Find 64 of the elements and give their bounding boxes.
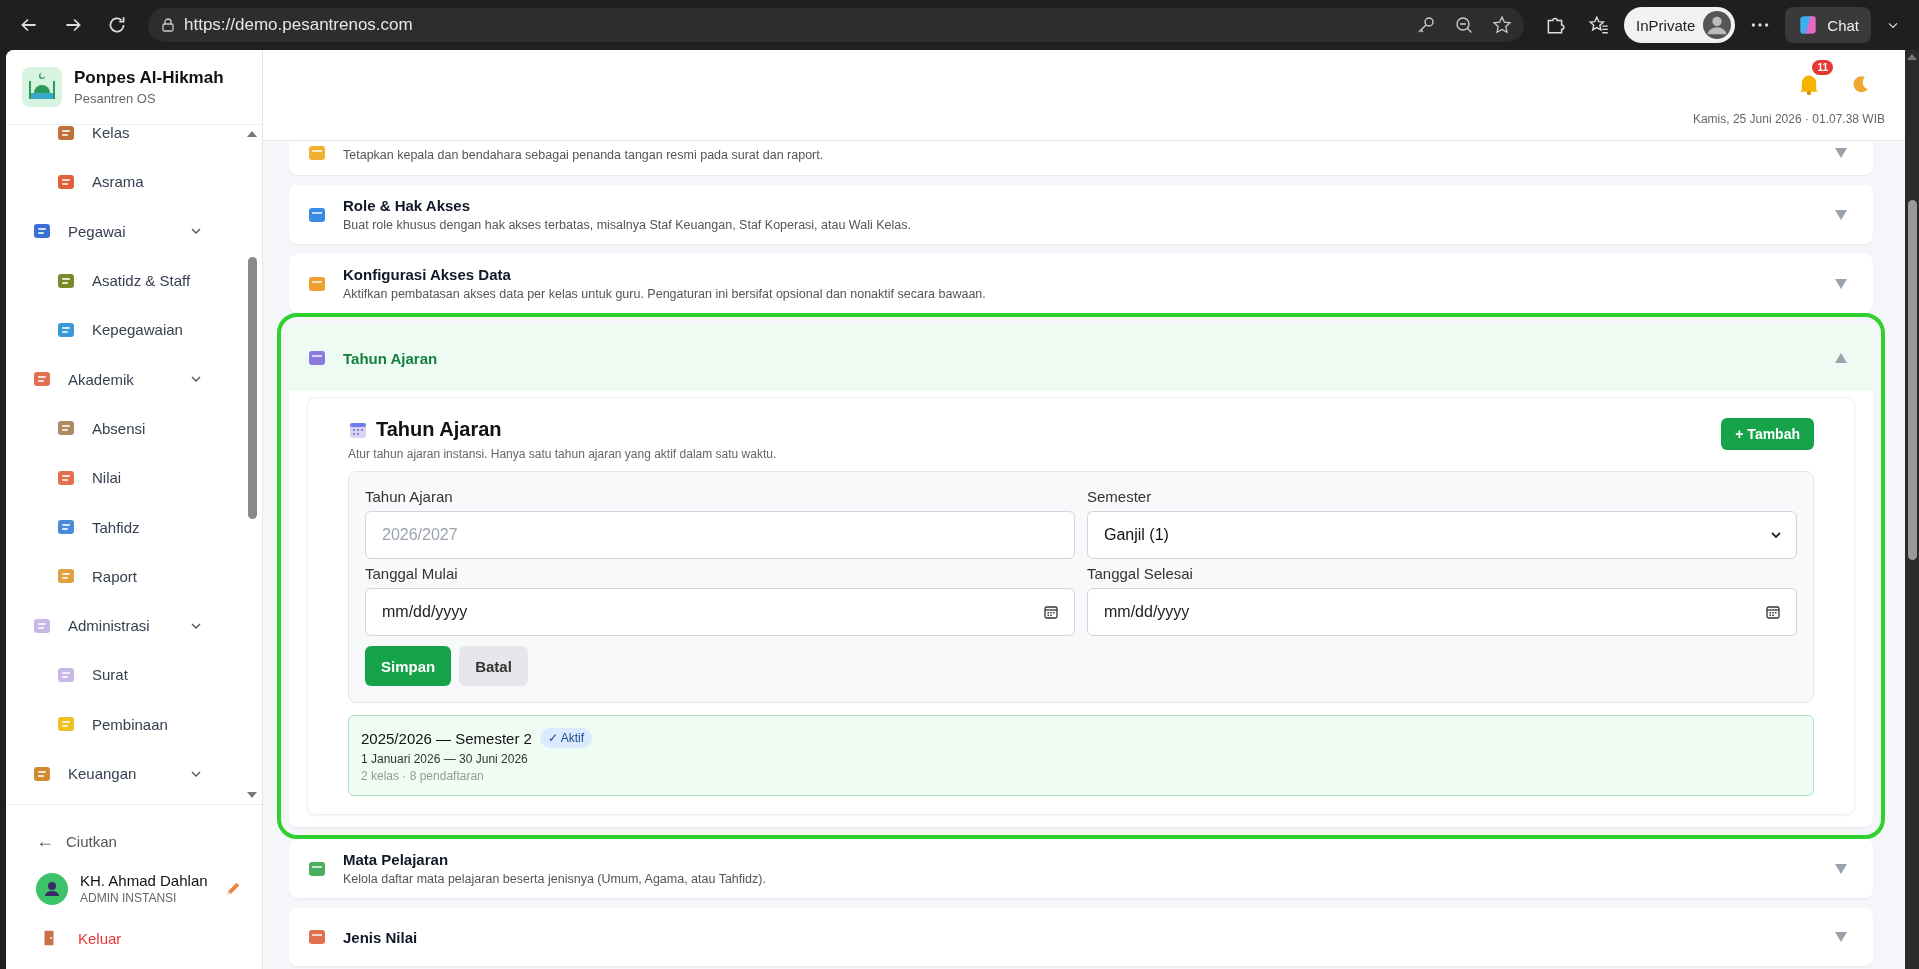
site-info-icon <box>160 17 176 33</box>
app-name: Ponpes Al-Hikmah <box>74 68 224 88</box>
section-title: Konfigurasi Akses Data <box>343 266 512 283</box>
scrollbar[interactable] <box>1905 50 1919 969</box>
year-stats: 2 kelas · 8 pendaftaran <box>361 769 485 783</box>
star-icon[interactable] <box>1492 15 1513 35</box>
nav-item[interactable]: Raport <box>6 551 246 601</box>
year-dates: 1 Januari 2026 — 30 Juni 2026 <box>361 752 529 766</box>
nav-item[interactable]: Kelas <box>6 125 246 158</box>
mosque-logo <box>22 67 62 107</box>
field-label: Tanggal Selesai <box>1087 565 1194 582</box>
nav-item[interactable]: Asrama <box>6 157 246 207</box>
section-title: Tahun Ajaran <box>343 349 439 367</box>
academic-year-card[interactable]: 2025/2026 — Semester 2 ✓ Aktif 1 Januari 2026 — 30 Juni 2026 2 kelas · 8 pendaftaran <box>348 715 1814 796</box>
nav-item[interactable]: Kepegawaian <box>6 305 246 355</box>
section-header[interactable]: Konfigurasi Akses Data Aktifkan pembatasan akses data per kelas untuk guru. Pengaturan ini bersifat opsional dan nonaktif secara bawaan. <box>289 254 1873 313</box>
year-title: 2025/2026 — Semester 2 <box>361 729 532 747</box>
nav-item[interactable]: Nilai <box>6 453 246 503</box>
section-header[interactable]: Jenis Nilai <box>289 908 1873 966</box>
section-description: Tetapkan kepala dan bendahara sebagai penanda tangan resmi pada surat dan raport. <box>343 148 825 162</box>
section-title: Role & Hak Akses <box>343 197 471 214</box>
section-header[interactable]: Tahun Ajaran <box>289 325 1873 391</box>
logout-button[interactable]: Keluar <box>6 917 262 959</box>
avatar-icon <box>1703 11 1732 39</box>
collapse-button[interactable]: ← Ciutkan <box>6 823 262 860</box>
nav-item[interactable]: Asatidz & Staff <box>6 255 246 306</box>
notification-count: 11 <box>1812 60 1833 75</box>
date-field[interactable]: mm/dd/yyyy <box>1087 588 1797 636</box>
section-title: Jenis Nilai <box>343 928 419 946</box>
user-name: KH. Ahmad Dahlan <box>80 872 209 889</box>
nav-item[interactable]: Absensi <box>6 403 246 454</box>
nav-group[interactable]: Pegawai <box>6 206 246 256</box>
chevron-down-icon <box>1770 529 1782 541</box>
nav-group[interactable]: Keuangan <box>6 748 246 799</box>
panel-subtitle: Atur tahun ajaran instansi. Hanya satu tahun ajaran yang aktif dalam satu waktu. <box>348 447 777 461</box>
section-description: Aktifkan pembatasan akses data per kelas untuk guru. Pengaturan ini bersifat opsional dan nonaktif secara bawaan. <box>343 287 987 301</box>
section-description: Buat role khusus dengan hak akses terbatas, misalnya Staf Keuangan, Staf Koperasi, atau Wali Kelas. <box>343 218 912 232</box>
input-field[interactable]: 2026/2027 <box>365 511 1075 559</box>
field-label: Tahun Ajaran <box>365 488 454 505</box>
nav-item[interactable]: Pembinaan <box>6 699 246 749</box>
section-title: Mata Pelajaran <box>343 851 450 868</box>
field-label: Semester <box>1087 488 1153 505</box>
nav-group[interactable]: Akademik <box>6 354 246 404</box>
chat-button[interactable]: Chat <box>1785 7 1871 43</box>
date-field[interactable]: mm/dd/yyyy <box>365 588 1075 636</box>
cancel-button[interactable]: Batal <box>459 646 528 686</box>
section-header[interactable]: Tetapkan kepala dan bendahara sebagai penanda tangan resmi pada surat dan raport. <box>289 141 1873 175</box>
panel-title: Tahun Ajaran <box>376 418 502 441</box>
section-description: Kelola daftar mata pelajaran beserta jenisnya (Umum, Agama, atau Tahfidz). <box>343 872 767 886</box>
section-header[interactable]: Mata Pelajaran Kelola daftar mata pelajaran beserta jenisnya (Umum, Agama, atau Tahfidz). <box>289 839 1873 898</box>
active-badge: ✓ Aktif <box>539 728 592 748</box>
key-icon[interactable] <box>1416 15 1437 35</box>
app-subtitle: Pesantren OS <box>74 91 157 106</box>
address-bar[interactable]: https://demo.pesantrenos.com <box>148 8 1525 42</box>
user-avatar <box>36 872 68 905</box>
user-role: ADMIN INSTANSI <box>80 891 178 905</box>
section-header[interactable]: Role & Hak Akses Buat role khusus dengan hak akses terbatas, misalnya Staf Keuangan, Staf Koperasi, atau Wali Kelas. <box>289 185 1873 244</box>
date-time: Kamis, 25 Juni 2026 · 01.07.38 WIB <box>1692 112 1885 126</box>
nav-item[interactable]: Surat <box>6 650 246 700</box>
field-label: Tanggal Mulai <box>365 565 459 582</box>
nav-item[interactable]: Tahfidz <box>6 502 246 552</box>
nav-group[interactable]: Administrasi <box>6 600 246 651</box>
select-field[interactable]: Ganjil (1) <box>1087 511 1797 559</box>
inprivate-button[interactable]: InPrivate <box>1624 7 1736 43</box>
